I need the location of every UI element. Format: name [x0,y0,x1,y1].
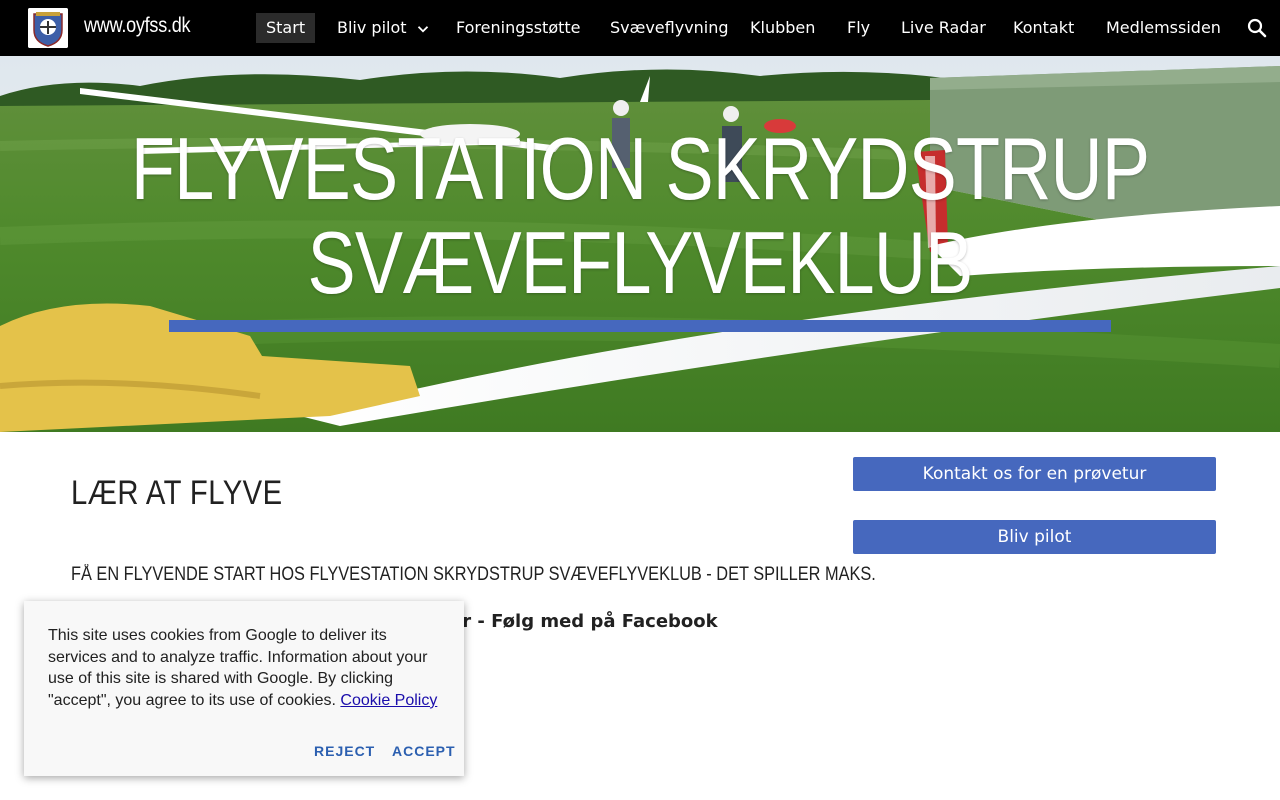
nav-item-foreningsstotte[interactable]: Foreningsstøtte [446,13,591,43]
nav-item-bliv-pilot[interactable]: Bliv pilot [327,13,417,43]
accept-button[interactable]: ACCEPT [392,743,456,759]
intro-text: FÅ EN FLYVENDE START HOS FLYVESTATION SK… [71,564,876,585]
nav-item-klubben[interactable]: Klubben [740,13,825,43]
hero-title-line2: SVÆVEFLYVEKLUB [307,213,974,312]
nav-item-start[interactable]: Start [256,13,316,43]
nav-item-medlemssiden[interactable]: Medlemssiden [1096,13,1231,43]
nav-item-live-radar[interactable]: Live Radar [891,13,996,43]
nav-item-fly[interactable]: Fly [837,13,880,43]
section-heading: LÆR AT FLYVE [71,474,283,512]
club-crest-icon[interactable] [28,8,68,48]
reject-button[interactable]: REJECT [314,743,375,759]
search-icon[interactable] [1245,16,1269,40]
hero-accent-bar [169,320,1111,332]
nav-item-svaeveflyvning[interactable]: Svæveflyvning [600,13,739,43]
top-navigation: www.oyfss.dk Start Bliv pilot Foreningss… [0,0,1280,56]
contact-trial-button[interactable]: Kontakt os for en prøvetur [853,457,1216,491]
hero-banner: FLYVESTATION SKRYDSTRUP SVÆVEFLYVEKLUB [0,56,1280,432]
chevron-down-icon[interactable] [414,20,432,38]
cookie-text: This site uses cookies from Google to de… [48,625,448,711]
hero-title-line1: FLYVESTATION SKRYDSTRUP [130,119,1150,218]
become-pilot-button[interactable]: Bliv pilot [853,520,1216,554]
cookie-banner: This site uses cookies from Google to de… [24,601,464,776]
cookie-policy-link[interactable]: Cookie Policy [340,692,437,709]
site-title[interactable]: www.oyfss.dk [84,14,191,38]
facebook-text: er - Følg med på Facebook [450,611,718,632]
hero-title: FLYVESTATION SKRYDSTRUP SVÆVEFLYVEKLUB [115,122,1165,310]
nav-item-kontakt[interactable]: Kontakt [1003,13,1084,43]
